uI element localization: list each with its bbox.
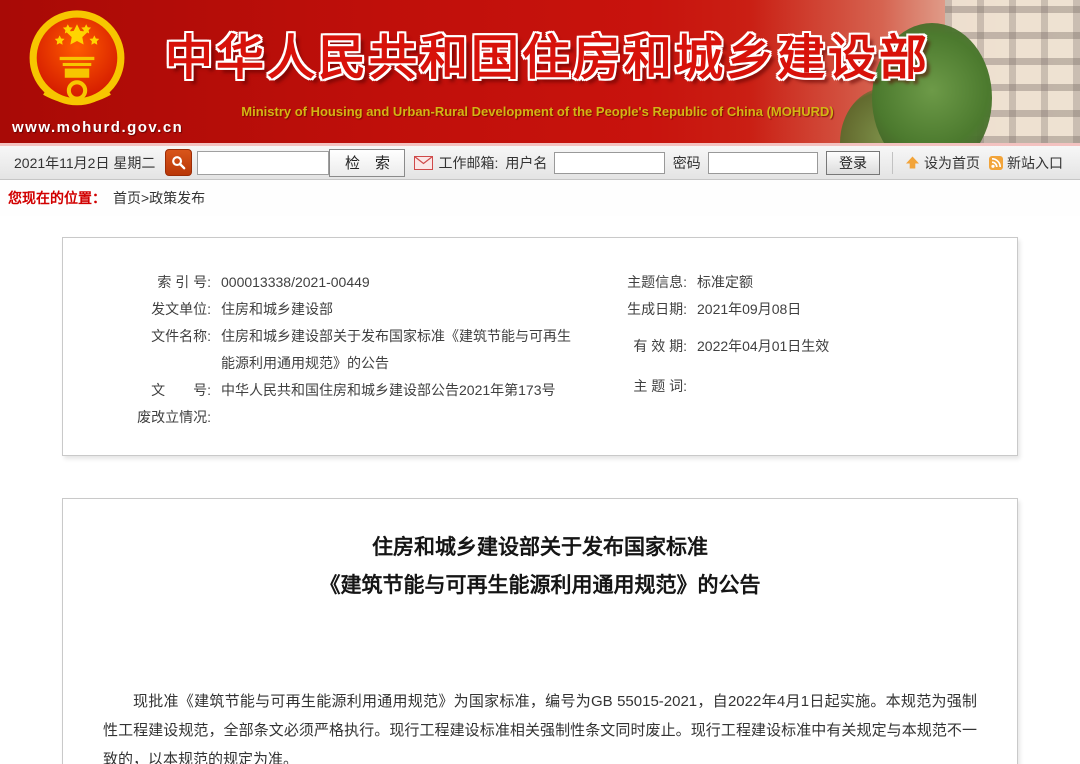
meta-left-column: 索 引 号: 000013338/2021-00449 发文单位: 住房和城乡建… — [127, 269, 587, 431]
meta-value: 住房和城乡建设部关于发布国家标准《建筑节能与可再生能源利用通用规范》的公告 — [221, 323, 571, 377]
search-icon[interactable] — [165, 149, 192, 176]
meta-field-document-title: 文件名称: 住房和城乡建设部关于发布国家标准《建筑节能与可再生能源利用通用规范》… — [127, 323, 587, 377]
meta-value: 2021年09月08日 — [697, 296, 801, 323]
meta-value: 标准定额 — [697, 269, 753, 296]
announcement-paragraph: 现批准《建筑节能与可再生能源利用通用规范》为国家标准，编号为GB 55015-2… — [63, 687, 1017, 764]
meta-label: 生成日期: — [623, 296, 687, 323]
meta-label: 有 效 期: — [623, 333, 687, 360]
national-emblem-icon — [26, 4, 128, 126]
meta-field-issuing-unit: 发文单位: 住房和城乡建设部 — [127, 296, 587, 323]
announcement-box: 住房和城乡建设部关于发布国家标准 《建筑节能与可再生能源利用通用规范》的公告 现… — [62, 498, 1018, 764]
page: 中华人民共和国住房和城乡建设部 Ministry of Housing and … — [0, 0, 1080, 764]
toolbar-divider — [892, 152, 893, 174]
username-input[interactable] — [554, 152, 664, 174]
site-subtitle-en: Ministry of Housing and Urban-Rural Deve… — [165, 104, 910, 119]
mail-icon — [414, 156, 433, 170]
meta-label: 主题信息: — [623, 269, 687, 296]
date-text: 2021年11月2日 星期二 — [14, 153, 155, 173]
password-label: 密码 — [673, 153, 701, 173]
mail-label: 工作邮箱: — [438, 153, 498, 173]
meta-label: 主 题 词: — [623, 373, 687, 400]
set-home-icon — [905, 156, 920, 169]
meta-right-column: 主题信息: 标准定额 生成日期: 2021年09月08日 有 效 期: 2022… — [623, 269, 1003, 400]
meta-field-document-number: 文 号: 中华人民共和国住房和城乡建设部公告2021年第173号 — [127, 377, 587, 404]
meta-value: 中华人民共和国住房和城乡建设部公告2021年第173号 — [221, 377, 571, 404]
search-submit-button[interactable]: 检 索 — [329, 149, 405, 177]
set-home-link[interactable]: 设为首页 — [924, 153, 980, 173]
meta-label: 废改立情况: — [127, 404, 211, 431]
meta-field-repeal-status: 废改立情况: — [127, 404, 587, 431]
new-site-link[interactable]: 新站入口 — [1007, 153, 1063, 173]
document-meta-box: 索 引 号: 000013338/2021-00449 发文单位: 住房和城乡建… — [62, 237, 1018, 456]
meta-value — [221, 404, 571, 431]
breadcrumb: 您现在的位置： 首页>政策发布 — [0, 180, 1080, 216]
announcement-title-line2: 《建筑节能与可再生能源利用通用规范》的公告 — [63, 567, 1017, 605]
meta-label: 文 号: — [127, 377, 211, 404]
meta-value: 住房和城乡建设部 — [221, 296, 571, 323]
search-input[interactable] — [197, 151, 329, 175]
meta-field-index-number: 索 引 号: 000013338/2021-00449 — [127, 269, 587, 296]
meta-value: 000013338/2021-00449 — [221, 269, 571, 296]
meta-field-created-date: 生成日期: 2021年09月08日 — [623, 296, 1003, 323]
meta-field-subject-info: 主题信息: 标准定额 — [623, 269, 1003, 296]
meta-label: 发文单位: — [127, 296, 211, 323]
breadcrumb-path[interactable]: 首页>政策发布 — [113, 188, 205, 208]
toolbar: 2021年11月2日 星期二 检 索 工作邮箱: 用户名 密码 登录 设为首页 — [0, 146, 1080, 180]
new-site-icon — [989, 156, 1003, 170]
login-button[interactable]: 登录 — [826, 151, 880, 175]
meta-field-keywords: 主 题 词: — [623, 373, 1003, 400]
site-title: 中华人民共和国住房和城乡建设部 — [165, 18, 910, 88]
meta-value: 2022年04月01日生效 — [697, 333, 829, 360]
site-banner: 中华人民共和国住房和城乡建设部 Ministry of Housing and … — [0, 0, 1080, 143]
breadcrumb-prefix: 您现在的位置： — [8, 188, 106, 208]
meta-label: 索 引 号: — [127, 269, 211, 296]
password-input[interactable] — [708, 152, 818, 174]
meta-field-effective-date: 有 效 期: 2022年04月01日生效 — [623, 333, 1003, 360]
site-url: www.mohurd.gov.cn — [12, 119, 183, 136]
username-label: 用户名 — [505, 153, 547, 173]
meta-label: 文件名称: — [127, 323, 211, 377]
announcement-title-line1: 住房和城乡建设部关于发布国家标准 — [63, 529, 1017, 567]
banner-titles: 中华人民共和国住房和城乡建设部 Ministry of Housing and … — [165, 18, 910, 119]
announcement-title: 住房和城乡建设部关于发布国家标准 《建筑节能与可再生能源利用通用规范》的公告 — [63, 529, 1017, 605]
